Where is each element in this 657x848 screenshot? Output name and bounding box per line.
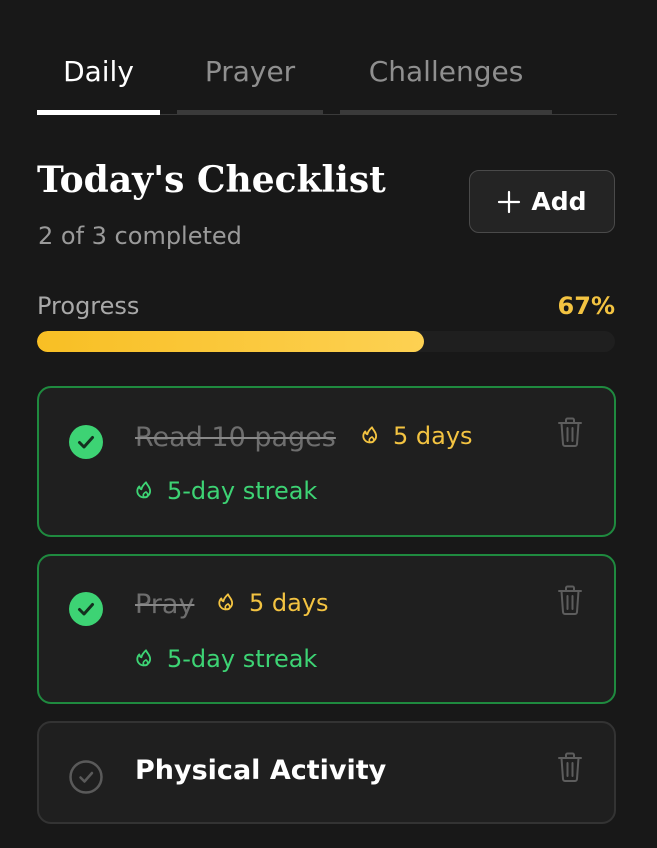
streak-text: 5-day streak [167,477,318,505]
checklist-item: Pray 5 days 5-day streak [37,554,616,704]
checklist-item: Physical Activity [37,721,616,824]
progress-label: Progress [37,292,140,320]
tab-daily-indicator [37,110,160,115]
add-button[interactable]: Add [469,170,615,233]
checklist-item-name: Read 10 pages [135,422,336,453]
trash-icon[interactable] [556,416,584,448]
tab-bar: Daily Prayer Challenges [37,40,617,115]
tab-prayer[interactable]: Prayer [177,40,323,115]
add-button-label: Add [531,187,587,216]
flame-icon [218,593,234,611]
progress-bar-fill [37,331,425,352]
tab-prayer-indicator [177,110,323,115]
checklist-page: Daily Prayer Challenges Today's Checklis… [0,0,657,848]
tab-challenges-label: Challenges [368,55,524,88]
days-badge: 5 days [217,587,329,619]
tab-challenges-indicator [340,110,552,115]
flame-icon [136,481,152,499]
checklist-item: Read 10 pages 5 days 5-day streak [37,386,616,537]
tab-challenges[interactable]: Challenges [340,40,552,115]
streak-badge: 5-day streak [135,475,317,507]
flame-icon [362,426,378,444]
days-badge: 5 days [361,420,473,452]
check-circle-filled-icon[interactable] [69,592,103,626]
flame-icon [136,649,152,667]
tab-prayer-label: Prayer [204,55,296,88]
progress-percentage: 67% [557,292,615,320]
checklist-item-name: Pray [135,589,195,620]
trash-icon[interactable] [556,751,584,783]
streak-text: 5-day streak [167,645,318,673]
days-count: 5 days [393,422,473,450]
checklist-item-name: Physical Activity [135,755,387,786]
tab-daily-label: Daily [63,55,134,88]
plus-icon [498,190,521,213]
streak-badge: 5-day streak [135,643,317,675]
completion-summary: 2 of 3 completed [38,222,242,250]
page-title: Today's Checklist [37,159,386,201]
check-circle-outline-icon[interactable] [69,760,103,794]
trash-icon[interactable] [556,584,584,616]
tab-daily[interactable]: Daily [37,40,160,115]
days-count: 5 days [249,589,329,617]
check-circle-filled-icon[interactable] [69,425,103,459]
progress-bar [37,331,615,352]
